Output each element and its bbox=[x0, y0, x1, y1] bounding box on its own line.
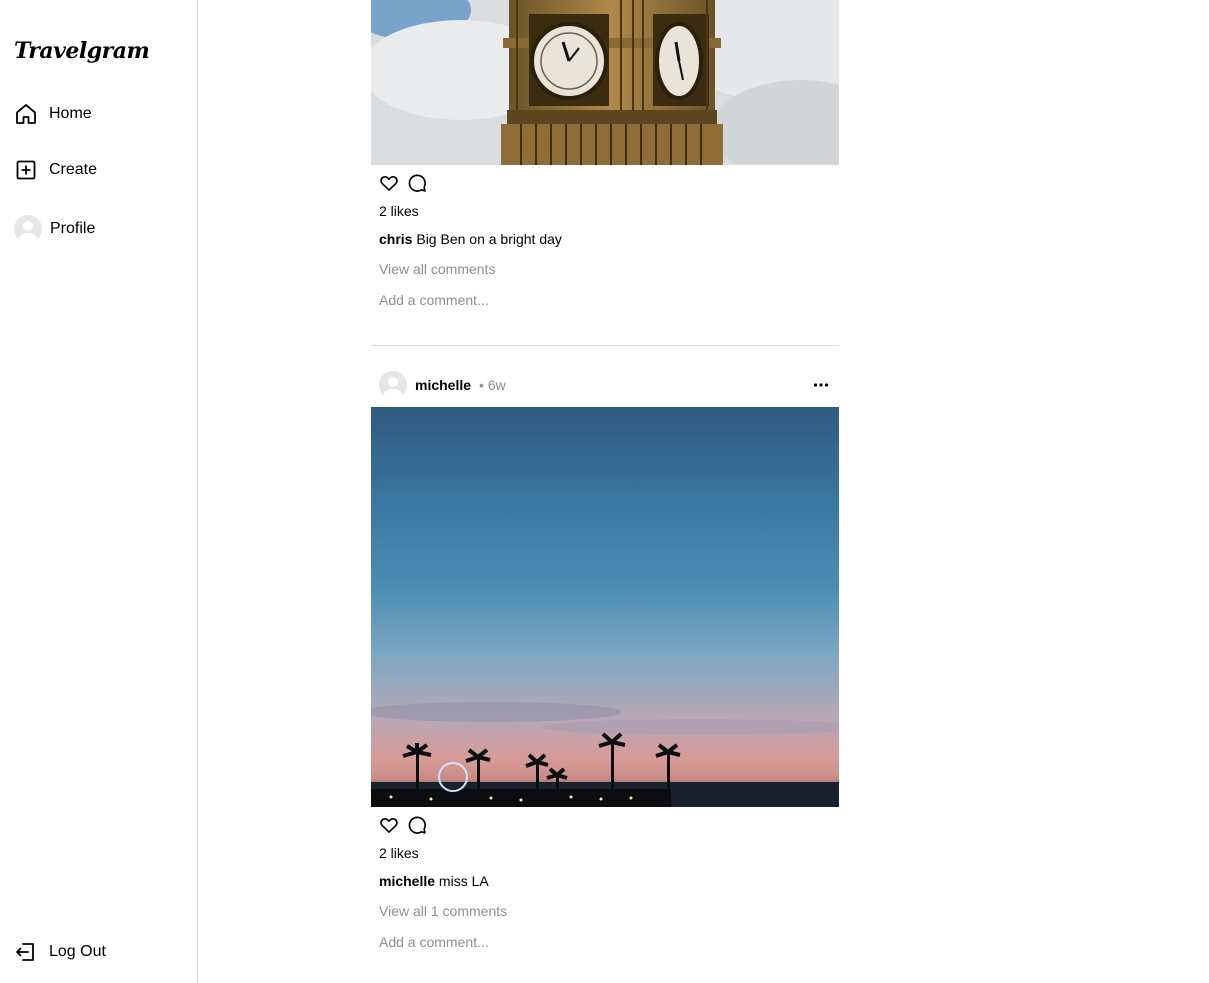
post: 2 likes chris Big Ben on a bright day Vi… bbox=[371, 0, 839, 311]
sidebar-item-create[interactable]: Create bbox=[14, 158, 97, 182]
post-time: • 6w bbox=[479, 377, 506, 393]
sidebar-item-label: Profile bbox=[50, 220, 96, 237]
logout-icon bbox=[14, 940, 38, 964]
more-options-icon[interactable] bbox=[813, 377, 829, 393]
post-actions bbox=[371, 807, 839, 843]
like-heart-icon[interactable] bbox=[379, 173, 399, 193]
comment-input[interactable] bbox=[371, 289, 821, 311]
caption-username[interactable]: chris bbox=[379, 231, 412, 247]
likes-count: 2 likes bbox=[379, 203, 419, 219]
avatar bbox=[14, 215, 42, 243]
post-actions bbox=[371, 165, 839, 201]
home-icon bbox=[14, 102, 38, 126]
sidebar-item-label: Create bbox=[49, 161, 98, 178]
app: Travelgram Home Create Profile Log Out 2… bbox=[0, 0, 1209, 983]
post-image[interactable] bbox=[371, 0, 839, 165]
comment-icon[interactable] bbox=[407, 173, 427, 193]
post-header: michelle • 6w bbox=[371, 370, 839, 400]
caption-text: miss LA bbox=[438, 873, 489, 889]
post: michelle • 6w 2 likes michelle miss LA V… bbox=[371, 370, 839, 953]
likes-count: 2 likes bbox=[379, 845, 419, 861]
post-username[interactable]: michelle bbox=[415, 377, 471, 393]
post-caption: chris Big Ben on a bright day bbox=[371, 229, 839, 249]
post-image[interactable] bbox=[371, 407, 839, 807]
la-sunset-photo bbox=[371, 702, 839, 807]
caption-text: Big Ben on a bright day bbox=[416, 231, 562, 247]
like-heart-icon[interactable] bbox=[379, 815, 399, 835]
comment-input[interactable] bbox=[371, 931, 821, 953]
sidebar-item-profile[interactable]: Profile bbox=[14, 215, 95, 243]
logout-button[interactable]: Log Out bbox=[14, 940, 106, 964]
comment-icon[interactable] bbox=[407, 815, 427, 835]
post-divider bbox=[371, 345, 839, 346]
view-comments-link[interactable]: View all comments bbox=[371, 259, 839, 279]
sidebar-item-label: Home bbox=[49, 105, 92, 122]
plus-square-icon bbox=[14, 158, 38, 182]
view-comments-link[interactable]: View all 1 comments bbox=[371, 901, 839, 921]
sidebar-item-home[interactable]: Home bbox=[14, 102, 92, 126]
avatar[interactable] bbox=[379, 371, 407, 399]
app-logo[interactable]: Travelgram bbox=[14, 38, 150, 64]
logout-label: Log Out bbox=[49, 943, 106, 960]
post-caption: michelle miss LA bbox=[371, 871, 839, 891]
sidebar: Travelgram Home Create Profile Log Out bbox=[0, 0, 198, 983]
caption-username[interactable]: michelle bbox=[379, 873, 435, 889]
big-ben-photo bbox=[371, 0, 839, 165]
